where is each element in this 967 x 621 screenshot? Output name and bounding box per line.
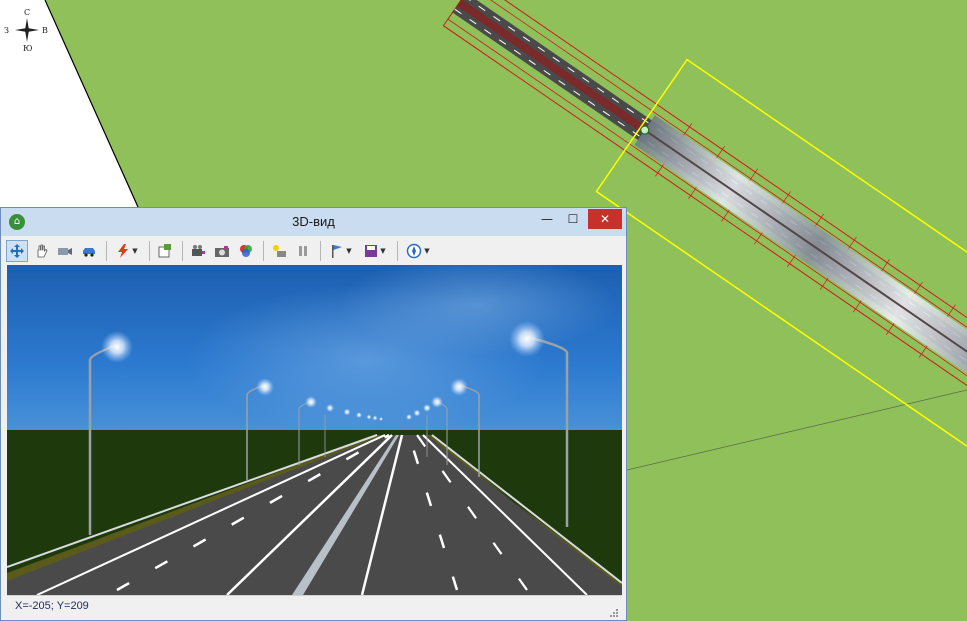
minimize-button[interactable]: —	[534, 209, 560, 229]
compass-icon	[407, 243, 422, 259]
toolbar-separator	[397, 241, 398, 261]
save-dropdown[interactable]: ▼	[359, 240, 391, 262]
compass-north: С	[24, 8, 30, 17]
toolbar-separator	[149, 241, 150, 261]
close-button[interactable]: ✕	[588, 209, 622, 229]
pause-button[interactable]	[292, 240, 314, 262]
toolbar-separator	[106, 241, 107, 261]
reference-line	[626, 389, 967, 471]
color-palette-icon	[240, 245, 252, 257]
move-icon	[10, 244, 24, 258]
toolbar: ▼ ▼ ▼ ▼	[6, 238, 621, 264]
cursor-coordinates: X=-205; Y=209	[15, 600, 89, 612]
chevron-down-icon: ▼	[346, 247, 352, 255]
record-video-button[interactable]	[187, 240, 209, 262]
compass-south: Ю	[23, 44, 33, 53]
status-bar: X=-205; Y=209	[7, 595, 621, 620]
3d-viewport[interactable]	[7, 265, 622, 595]
compass-east: В	[42, 26, 48, 35]
settings-icon	[158, 244, 171, 258]
move-button[interactable]	[6, 240, 28, 262]
light-icon	[273, 245, 286, 257]
video-camera-icon	[192, 245, 205, 256]
selected-road-segment[interactable]	[634, 115, 967, 440]
pause-icon	[299, 246, 307, 256]
chevron-down-icon: ▼	[132, 247, 138, 255]
chevron-down-icon: ▼	[380, 247, 386, 255]
pan-button[interactable]	[30, 240, 52, 262]
resize-grip-icon[interactable]	[609, 608, 619, 618]
toolbar-separator	[182, 241, 183, 261]
window-title: 3D-вид	[292, 214, 335, 229]
colors-button[interactable]	[235, 240, 257, 262]
maximize-button[interactable]: ☐	[560, 209, 586, 229]
save-icon	[365, 245, 378, 257]
navigation-dropdown[interactable]: ▼	[402, 240, 434, 262]
white-area	[0, 0, 138, 207]
lightning-icon	[118, 244, 129, 258]
compass-west: З	[4, 26, 9, 35]
title-bar[interactable]: ⌂ 3D-вид — ☐ ✕	[1, 208, 626, 236]
effects-dropdown[interactable]: ▼	[111, 240, 143, 262]
settings-button[interactable]	[154, 240, 176, 262]
chevron-down-icon: ▼	[424, 247, 430, 255]
car-view-button[interactable]	[78, 240, 100, 262]
toolbar-separator	[320, 241, 321, 261]
screenshot-button[interactable]	[211, 240, 233, 262]
lighting-button[interactable]	[268, 240, 290, 262]
camera-icon	[58, 248, 72, 255]
pan-hand-icon	[37, 244, 48, 258]
car-icon	[83, 248, 95, 257]
toolbar-separator	[263, 241, 264, 261]
markers-dropdown[interactable]: ▼	[325, 240, 357, 262]
camera-view-button[interactable]	[54, 240, 76, 262]
3d-view-window[interactable]: ⌂ 3D-вид — ☐ ✕ ▼ ▼ ▼ ▼ X=-205; Y=209	[0, 207, 627, 621]
photo-icon	[215, 246, 229, 257]
flag-icon	[332, 245, 343, 258]
